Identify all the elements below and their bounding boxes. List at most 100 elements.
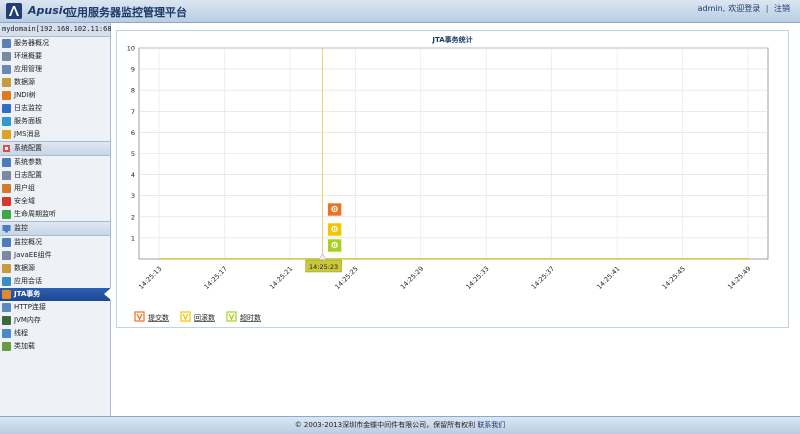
sidebar-item-label: JTA事务: [14, 290, 41, 298]
sidebar-item-label: JavaEE组件: [14, 251, 52, 259]
x-tick-label: 14:25:41: [595, 265, 621, 291]
separator: |: [765, 4, 769, 13]
sidebar-item-label: 数据源: [14, 264, 35, 272]
server-icon: [2, 39, 11, 48]
y-tick-label: 10: [127, 45, 135, 53]
network-icon: [2, 158, 11, 167]
sidebar-item-label: JMS消息: [14, 130, 41, 138]
tooltip-time: 14:25:23: [309, 263, 338, 271]
transaction-icon: [2, 290, 11, 299]
sidebar-item-label: JVM内存: [14, 316, 41, 324]
sidebar-item[interactable]: 应用会话: [0, 275, 110, 288]
config-icon: [2, 144, 11, 153]
user-area: admin, 欢迎登录 | 注销: [695, 3, 790, 14]
tooltip-value: 0: [333, 207, 337, 213]
class-icon: [2, 342, 11, 351]
welcome-text: 欢迎登录: [728, 4, 761, 13]
y-tick-label: 1: [131, 234, 135, 242]
sidebar-item-label: 日志监控: [14, 104, 42, 112]
section-label: 监控: [14, 224, 28, 232]
apps-icon: [2, 65, 11, 74]
sidebar-item[interactable]: 系统参数: [0, 156, 110, 169]
lifecycle-icon: [2, 210, 11, 219]
sidebar-item-label: 服务面板: [14, 117, 42, 125]
sidebar-item[interactable]: 服务面板: [0, 115, 110, 128]
x-tick-label: 14:25:21: [268, 265, 294, 291]
x-tick-label: 14:25:49: [726, 265, 752, 291]
x-tick-label: 14:25:45: [661, 265, 687, 291]
x-tick-label: 14:25:17: [203, 265, 229, 291]
sidebar-item[interactable]: JVM内存: [0, 314, 110, 327]
tooltip-value: 0: [333, 243, 337, 249]
section-system-config[interactable]: 系统配置: [0, 141, 110, 156]
memory-icon: [2, 316, 11, 325]
sidebar-item-label: 系统参数: [14, 158, 42, 166]
y-tick-label: 8: [131, 87, 135, 95]
sidebar-item-label: 环境概要: [14, 52, 42, 60]
sidebar-item[interactable]: 生命周期监听: [0, 208, 110, 221]
section-label: 系统配置: [14, 144, 42, 152]
sidebar-item-label: 服务器概况: [14, 39, 49, 47]
sidebar-item[interactable]: 服务器概况: [0, 37, 110, 50]
database-icon: [2, 264, 11, 273]
document-icon: [2, 52, 11, 61]
x-tick-label: 14:25:13: [137, 265, 163, 291]
sidebar-item[interactable]: JTA事务: [0, 288, 111, 301]
y-tick-label: 9: [131, 66, 135, 74]
sidebar-item[interactable]: 日志配置: [0, 169, 110, 182]
sidebar-item-label: 监控概况: [14, 238, 42, 246]
y-tick-label: 3: [131, 192, 135, 200]
legend-label: 提交数: [148, 313, 169, 322]
legend-label: 超时数: [240, 313, 261, 322]
sidebar-item-label: JNDI树: [14, 91, 36, 99]
sidebar-item-label: 应用会话: [14, 277, 42, 285]
message-icon: [2, 130, 11, 139]
users-icon: [2, 184, 11, 193]
sidebar-item[interactable]: 类加载: [0, 340, 110, 353]
app-header: Apusic 应用服务器监控管理平台 admin, 欢迎登录 | 注销: [0, 0, 800, 23]
jta-chart: 1 2 3 4 5 6 7 8 9 10 14:25:13 14:25:17 14:25:21 14:25…: [127, 45, 769, 322]
y-tick-label: 2: [131, 213, 135, 221]
legend-label: 回滚数: [194, 313, 215, 322]
logout-link[interactable]: 注销: [774, 4, 790, 13]
section-monitor[interactable]: 监控: [0, 221, 110, 236]
sidebar-item[interactable]: 数据源: [0, 262, 110, 275]
sidebar-item-label: 线程: [14, 329, 28, 337]
sidebar-item[interactable]: 应用管理: [0, 63, 110, 76]
sidebar-item[interactable]: 线程: [0, 327, 110, 340]
database-icon: [2, 78, 11, 87]
x-tick-label: 14:25:37: [530, 265, 556, 291]
brand-name: Apusic: [28, 4, 70, 17]
panel-icon: [2, 117, 11, 126]
sidebar-item-label: HTTP连接: [14, 303, 46, 311]
main-content: JTA事务统计 1 2 3 4 5 6 7 8 9 10 14:25:13 14:25:17 14:25…: [111, 23, 800, 416]
sidebar-group-config: 系统参数日志配置用户组安全域生命周期监听: [0, 156, 110, 221]
sidebar-item[interactable]: 用户组: [0, 182, 110, 195]
sidebar-group-monitor: 监控概况 JavaEE组件 数据源应用会话 JTA事务 HTTP连接 JVM内存线程类加载: [0, 236, 111, 353]
footer: © 2003-2013深圳市金蝶中间件有限公司，保留所有权利 联系我们: [0, 416, 800, 434]
sidebar-item[interactable]: JNDI树: [0, 89, 110, 102]
sidebar-item-label: 应用管理: [14, 65, 42, 73]
chart-icon: [2, 238, 11, 247]
sidebar-item[interactable]: 环境概要: [0, 50, 110, 63]
sidebar-item[interactable]: JavaEE组件: [0, 249, 110, 262]
contact-link[interactable]: 联系我们: [477, 421, 505, 429]
sidebar-item-label: 用户组: [14, 184, 35, 192]
sidebar-item[interactable]: JMS消息: [0, 128, 110, 141]
sidebar-item-label: 安全域: [14, 197, 35, 205]
sidebar-item[interactable]: 数据源: [0, 76, 110, 89]
sidebar-item-label: 数据源: [14, 78, 35, 86]
sidebar-item[interactable]: HTTP连接: [0, 301, 110, 314]
chart-panel: JTA事务统计 1 2 3 4 5 6 7 8 9 10 14:25:13 14:25:17 14:25…: [116, 30, 789, 328]
sidebar-item[interactable]: 安全域: [0, 195, 110, 208]
apusic-logo-icon: [6, 3, 22, 19]
y-tick-label: 6: [131, 129, 135, 137]
sidebar-item[interactable]: 日志监控: [0, 102, 110, 115]
sidebar-item-label: 类加载: [14, 342, 35, 350]
sidebar-item-label: 生命周期监听: [14, 210, 56, 218]
thread-icon: [2, 329, 11, 338]
sidebar-group-server: 服务器概况环境概要应用管理数据源 JNDI树日志监控服务面板 JMS消息: [0, 37, 110, 141]
tooltip-value: 0: [333, 227, 337, 233]
http-icon: [2, 303, 11, 312]
sidebar-item[interactable]: 监控概况: [0, 236, 110, 249]
